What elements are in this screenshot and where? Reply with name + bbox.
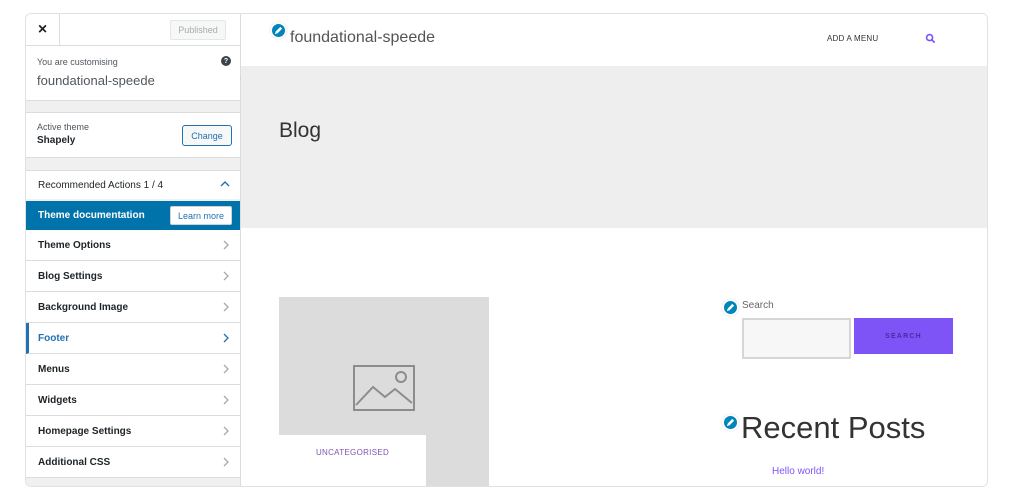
chevron-right-icon bbox=[223, 333, 229, 343]
image-placeholder-icon bbox=[353, 365, 415, 411]
post-card: UNCATEGORISED bbox=[279, 435, 426, 486]
sidebar-item-label: Blog Settings bbox=[38, 271, 103, 282]
sidebar-item-widgets[interactable]: Widgets bbox=[26, 385, 240, 416]
customizer-sidebar: × Published You are customising foundati… bbox=[26, 14, 241, 486]
change-theme-button[interactable]: Change bbox=[182, 125, 232, 146]
site-name: foundational-speede bbox=[37, 73, 155, 88]
sidebar-item-label: Homepage Settings bbox=[38, 426, 132, 437]
chevron-right-icon bbox=[223, 271, 229, 281]
sidebar-item-background-image[interactable]: Background Image bbox=[26, 292, 240, 323]
search-input[interactable] bbox=[742, 318, 851, 359]
active-theme-section: Active theme Shapely Change bbox=[26, 112, 240, 158]
sidebar-item-label: Theme Options bbox=[38, 240, 111, 251]
recommended-actions-header[interactable]: Recommended Actions 1 / 4 bbox=[26, 170, 240, 199]
sidebar-item-menus[interactable]: Menus bbox=[26, 354, 240, 385]
sidebar-item-blog-settings[interactable]: Blog Settings bbox=[26, 261, 240, 292]
sidebar-item-additional-css[interactable]: Additional CSS bbox=[26, 447, 240, 478]
edit-pencil-icon[interactable] bbox=[722, 299, 739, 316]
nav-add-menu[interactable]: ADD A MENU bbox=[827, 34, 878, 43]
customizer-menu: Theme Options Blog Settings Background Ima… bbox=[26, 230, 240, 478]
theme-documentation-label: Theme documentation bbox=[38, 210, 145, 221]
chevron-right-icon bbox=[223, 395, 229, 405]
edit-pencil-icon[interactable] bbox=[270, 22, 287, 39]
customising-info: You are customising foundational-speede … bbox=[26, 46, 240, 101]
customizer-frame: × Published You are customising foundati… bbox=[25, 13, 988, 487]
search-icon[interactable] bbox=[925, 33, 936, 44]
chevron-right-icon bbox=[223, 457, 229, 467]
page-title: Blog bbox=[279, 119, 322, 142]
chevron-right-icon bbox=[223, 426, 229, 436]
site-title[interactable]: foundational-speede bbox=[290, 29, 435, 47]
sidebar-item-label: Widgets bbox=[38, 395, 77, 406]
site-preview: foundational-speede ADD A MENU Blog UNCA… bbox=[241, 14, 987, 486]
close-icon: × bbox=[37, 20, 48, 38]
sidebar-header: × Published bbox=[26, 14, 240, 46]
recommended-actions-label: Recommended Actions 1 / 4 bbox=[38, 180, 164, 191]
sidebar-item-label: Menus bbox=[38, 364, 70, 375]
sidebar-item-homepage-settings[interactable]: Homepage Settings bbox=[26, 416, 240, 447]
chevron-up-icon bbox=[220, 181, 230, 187]
search-widget-label: Search bbox=[742, 300, 774, 311]
hero-banner: Blog bbox=[241, 67, 987, 228]
sidebar-item-theme-options[interactable]: Theme Options bbox=[26, 230, 240, 261]
chevron-right-icon bbox=[223, 364, 229, 374]
search-button[interactable]: SEARCH bbox=[854, 318, 953, 354]
sidebar-item-footer[interactable]: Footer bbox=[26, 323, 240, 354]
learn-more-button[interactable]: Learn more bbox=[170, 206, 232, 225]
chevron-right-icon bbox=[223, 302, 229, 312]
help-icon[interactable]: ? bbox=[221, 56, 231, 66]
sidebar-item-label: Footer bbox=[38, 333, 70, 344]
close-button[interactable]: × bbox=[26, 14, 60, 45]
customising-label: You are customising bbox=[37, 57, 118, 67]
publish-button[interactable]: Published bbox=[170, 20, 226, 40]
sidebar-item-label: Additional CSS bbox=[38, 457, 111, 468]
recent-post-link[interactable]: Hello world! bbox=[772, 466, 824, 477]
edit-pencil-icon[interactable] bbox=[722, 414, 739, 431]
recent-posts-title: Recent Posts bbox=[741, 410, 926, 445]
site-header: foundational-speede ADD A MENU bbox=[241, 14, 987, 67]
chevron-right-icon bbox=[223, 240, 229, 250]
sidebar-item-label: Background Image bbox=[38, 302, 129, 313]
post-category[interactable]: UNCATEGORISED bbox=[279, 448, 426, 457]
theme-documentation-row: Theme documentation Learn more bbox=[26, 201, 240, 230]
